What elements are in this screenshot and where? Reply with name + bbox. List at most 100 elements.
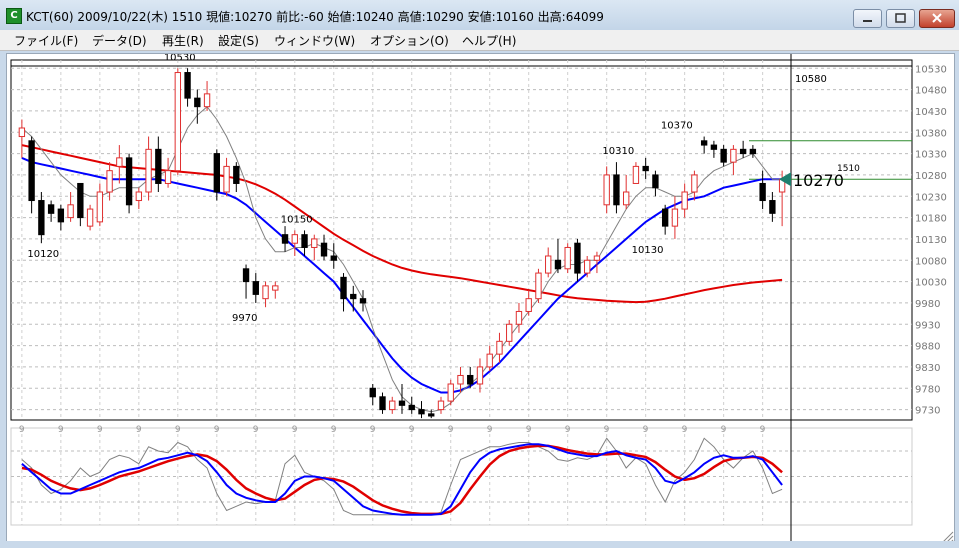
candle-body — [457, 374, 464, 385]
x-tick-label: 9 — [721, 425, 727, 435]
menu-options[interactable]: オプション(O) — [370, 32, 449, 49]
candle-body — [67, 204, 74, 219]
candle-body — [340, 276, 347, 300]
candle-body — [135, 191, 143, 202]
price-annotation: 10310 — [602, 146, 634, 157]
y-tick-label: 9930 — [915, 320, 940, 331]
maximize-button[interactable] — [886, 9, 915, 28]
price-annotation: 10120 — [27, 249, 59, 260]
x-tick-label: 9 — [214, 425, 220, 435]
menu-playback[interactable]: 再生(R) — [162, 32, 204, 49]
candle-body — [642, 165, 649, 172]
x-tick-label: 9 — [760, 425, 766, 435]
menu-window[interactable]: ウィンドウ(W) — [274, 32, 355, 49]
x-tick-label: 9 — [292, 425, 298, 435]
menu-file[interactable]: ファイル(F) — [14, 32, 78, 49]
x-tick-label: 9 — [682, 425, 688, 435]
candle-body — [272, 285, 279, 291]
candle-body — [18, 127, 26, 138]
candle-body — [223, 165, 230, 193]
x-tick-label: 9 — [487, 425, 493, 435]
x-tick-label: 9 — [97, 425, 103, 435]
stochastic-d-line — [21, 444, 783, 516]
candle-body — [467, 374, 474, 385]
candle-body — [574, 242, 581, 274]
candle-body — [554, 259, 562, 270]
candle-body — [125, 157, 133, 206]
menu-help[interactable]: ヘルプ(H) — [462, 32, 516, 49]
close-button[interactable] — [919, 9, 955, 28]
candle-body — [515, 310, 523, 325]
x-tick-label: 9 — [565, 425, 571, 435]
x-tick-label: 9 — [409, 425, 415, 435]
price-chart[interactable]: 10530 10480 10430 10380 10330 10280 10230 10180… — [7, 54, 954, 542]
x-tick-label: 9 — [604, 425, 610, 435]
candle-body — [398, 400, 406, 406]
candle-body — [194, 97, 201, 108]
price-annotation: 10150 — [281, 214, 313, 225]
menu-bar: ファイル(F) データ(D) 再生(R) 設定(S) ウィンドウ(W) オプショ… — [0, 30, 959, 51]
y-tick-label: 10530 — [915, 64, 947, 75]
price-annotation: 10130 — [632, 245, 664, 256]
candle-body — [203, 93, 211, 108]
y-tick-label: 10080 — [915, 256, 947, 267]
y-tick-label: 9830 — [915, 363, 940, 374]
candle-body — [311, 238, 318, 248]
candle-body — [330, 255, 337, 261]
candle-body — [769, 200, 776, 214]
candle-body — [281, 234, 289, 244]
candle-body — [106, 170, 113, 193]
y-tick-label: 10230 — [915, 192, 947, 203]
price-panel-frame — [10, 59, 913, 421]
chart-area[interactable]: 10530 10480 10430 10380 10330 10280 10230 10180… — [6, 53, 955, 543]
candle-body — [593, 255, 601, 261]
candle-body — [447, 383, 454, 402]
candle-body — [57, 208, 65, 223]
candle-body — [496, 340, 503, 355]
y-tick-label: 10330 — [915, 150, 947, 161]
y-tick-label: 10280 — [915, 171, 947, 182]
candle-body — [379, 396, 386, 411]
x-tick-label: 9 — [331, 425, 337, 435]
candle-body — [116, 157, 123, 167]
candle-body — [428, 413, 435, 417]
candle-body — [164, 170, 172, 184]
app-icon[interactable]: C — [6, 8, 22, 24]
y-tick-label: 10030 — [915, 278, 947, 289]
candle-body — [506, 323, 513, 342]
candle-body — [564, 246, 571, 270]
menu-data[interactable]: データ(D) — [92, 32, 147, 49]
candle-body — [584, 259, 591, 274]
x-tick-label: 9 — [526, 425, 532, 435]
candle-body — [759, 182, 766, 202]
y-tick-label: 10130 — [915, 235, 947, 246]
candle-body — [437, 400, 445, 411]
current-time-label: 1510 — [837, 164, 860, 174]
x-tick-label: 9 — [253, 425, 259, 435]
candle-body — [369, 387, 376, 398]
candle-body — [486, 353, 493, 368]
minimize-button[interactable] — [853, 9, 882, 28]
candle-body — [96, 191, 104, 223]
minimize-icon — [863, 20, 872, 22]
candle-body — [418, 409, 425, 415]
upper-marker-label: 10580 — [795, 74, 827, 85]
window-title: KCT(60) 2009/10/22(木) 1510 現値:10270 前比:-… — [26, 10, 604, 24]
close-icon — [932, 13, 942, 23]
candle-body — [242, 268, 250, 283]
candle-body — [262, 285, 269, 300]
candle-body — [389, 400, 396, 411]
x-tick-label: 9 — [643, 425, 649, 435]
candle-body — [739, 148, 747, 155]
candle-body — [174, 72, 182, 172]
candle-body — [749, 148, 757, 155]
candle-body — [38, 200, 45, 236]
title-bar[interactable]: C KCT(60) 2009/10/22(木) 1510 現値:10270 前比… — [0, 0, 959, 30]
candle-body — [622, 191, 630, 206]
candle-body — [700, 140, 708, 146]
candle-body — [476, 366, 484, 385]
price-annotation: 10530 — [164, 54, 196, 63]
y-tick-label: 9880 — [915, 342, 940, 353]
menu-settings[interactable]: 設定(S) — [218, 32, 259, 49]
y-tick-label: 10180 — [915, 214, 947, 225]
